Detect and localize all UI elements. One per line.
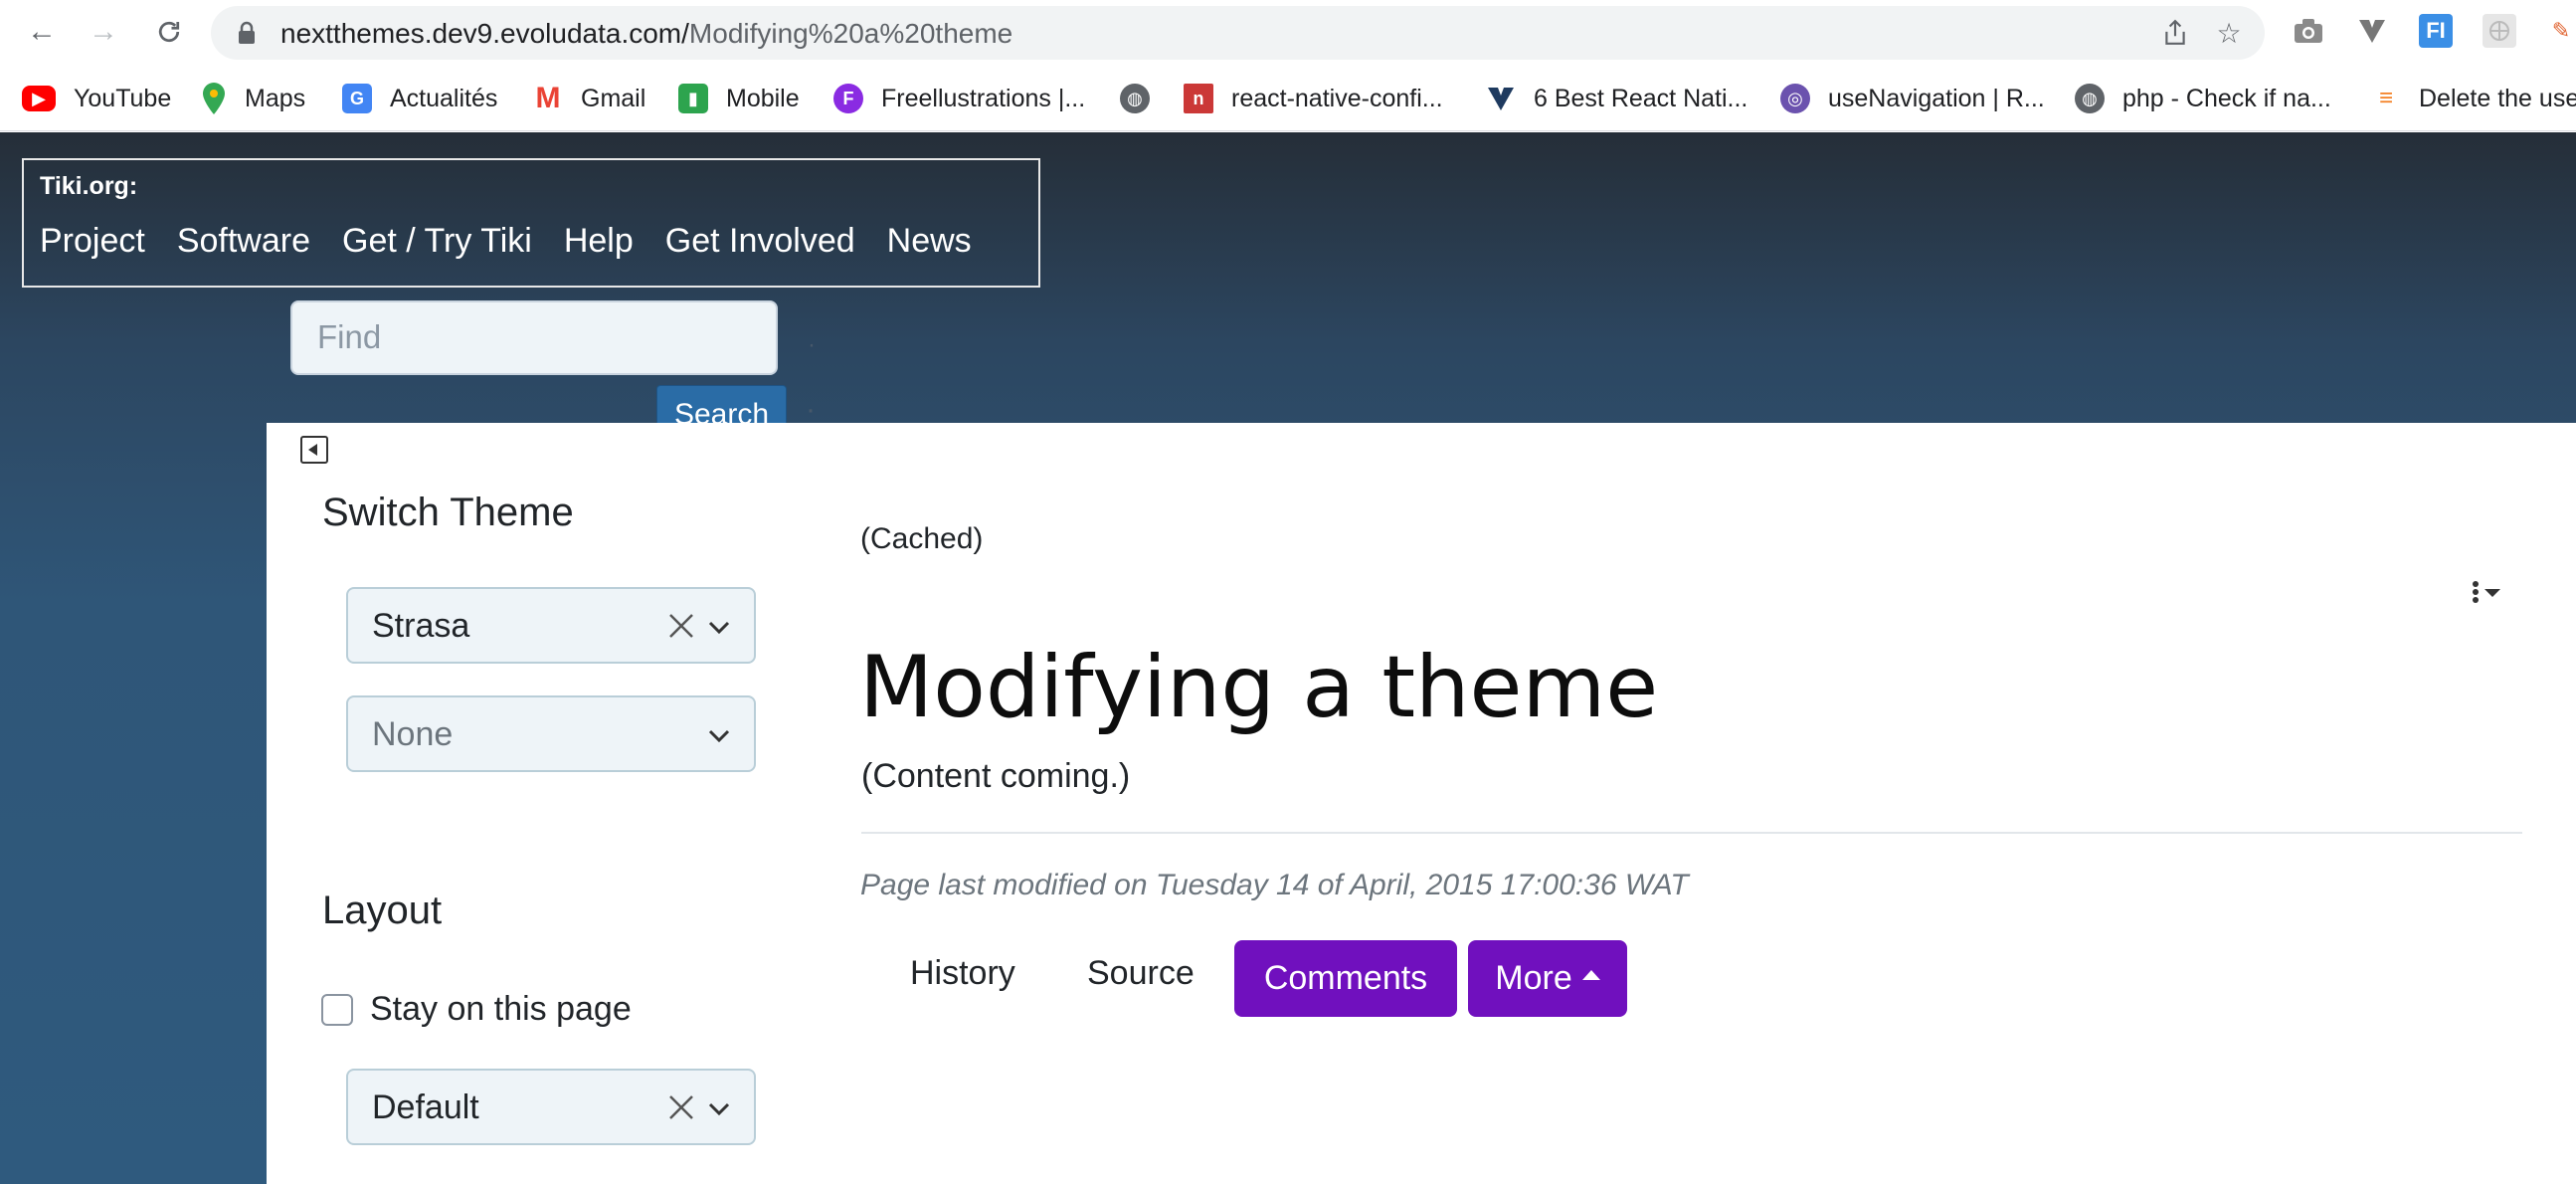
chevron-down-icon (708, 729, 730, 743)
menu-item-software[interactable]: Software (177, 222, 310, 261)
bookmark-best-react[interactable]: 6 Best React Nati... (1486, 80, 1748, 117)
stackoverflow-icon: ≡ (2378, 85, 2393, 111)
search-input[interactable]: Find (290, 300, 778, 375)
bookmark-label: php - Check if na... (2122, 84, 2331, 112)
gmail-icon: M (535, 82, 561, 114)
layout-select[interactable]: Default (346, 1069, 756, 1145)
source-link[interactable]: Source (1087, 954, 1195, 993)
bookmark-globe[interactable]: ◍ (1120, 80, 1150, 117)
vuetify-icon (1486, 84, 1516, 113)
hidden-label-fragment: · (808, 331, 816, 358)
menu-item-project[interactable]: Project (40, 222, 145, 261)
comments-button[interactable]: Comments (1234, 940, 1457, 1017)
globe-icon: ◍ (1120, 84, 1150, 113)
content-divider (861, 832, 2522, 834)
page-content: (Content coming.) (861, 757, 1131, 795)
bookmark-label: YouTube (74, 84, 172, 112)
page-viewport: Tiki.org: Project Software Get / Try Tik… (0, 132, 2576, 1184)
bookmark-label: useNavigation | R... (1828, 84, 2045, 112)
bookmark-label: Delete the use (2419, 84, 2576, 112)
bookmark-label: 6 Best React Nati... (1534, 84, 1748, 112)
lock-icon (239, 21, 255, 44)
more-button-label: More (1495, 959, 1572, 997)
stay-on-page-checkbox[interactable] (321, 994, 353, 1026)
switch-theme-heading: Switch Theme (322, 491, 574, 534)
share-icon[interactable] (2160, 19, 2190, 49)
bookmark-react-native-config[interactable]: n react-native-confi... (1184, 80, 1443, 117)
clear-icon[interactable] (666, 611, 696, 641)
grid-extension-icon[interactable] (2483, 14, 2516, 48)
bookmark-label: Freellustrations |... (881, 84, 1086, 112)
menu-item-news[interactable]: News (887, 222, 972, 261)
bookmark-maps[interactable]: Maps (201, 80, 305, 117)
news-icon: G (342, 84, 372, 113)
url-host: nextthemes.dev9.evoludata.com/ (280, 18, 689, 49)
site-topbar: Tiki.org: Project Software Get / Try Tik… (22, 158, 1040, 288)
clear-icon[interactable] (666, 1092, 696, 1122)
globe-icon: ◍ (2075, 84, 2105, 113)
layout-heading: Layout (322, 888, 443, 932)
chevron-down-icon (708, 621, 730, 635)
menu-item-get-try-tiki[interactable]: Get / Try Tiki (342, 222, 532, 261)
fi-extension-icon[interactable]: FI (2419, 14, 2453, 48)
go-button-ghost: · (806, 393, 816, 426)
bookmark-label: Maps (245, 84, 306, 112)
bookmarks-bar: ▶ YouTube Maps G Actualités M Gmail ▮ Mo… (0, 66, 2576, 131)
reload-icon[interactable] (149, 12, 189, 52)
stay-on-page-label: Stay on this page (370, 990, 632, 1028)
bookmark-usenavigation[interactable]: ◎ useNavigation | R... (1780, 80, 2045, 117)
forward-arrow-icon[interactable]: → (84, 12, 123, 52)
mobile-icon: ▮ (678, 84, 708, 113)
cached-label: (Cached) (860, 522, 984, 555)
browser-toolbar: ← → nextthemes.dev9.evoludata.com/Modify… (0, 0, 2576, 66)
url-text: nextthemes.dev9.evoludata.com/Modifying%… (280, 18, 1012, 50)
address-bar[interactable]: nextthemes.dev9.evoludata.com/Modifying%… (211, 6, 2265, 60)
bookmark-youtube[interactable]: ▶ YouTube (22, 80, 171, 117)
maps-pin-icon (201, 83, 227, 114)
bookmark-label: react-native-confi... (1231, 84, 1443, 112)
theme-option-select[interactable]: None (346, 695, 756, 772)
freellustrations-icon: F (833, 84, 863, 113)
menu-item-get-involved[interactable]: Get Involved (665, 222, 855, 261)
chevron-down-icon (708, 1102, 730, 1116)
bookmark-label: Gmail (581, 84, 646, 112)
bookmark-label: Actualités (390, 84, 498, 112)
theme-select[interactable]: Strasa (346, 587, 756, 664)
layout-select-value: Default (372, 1088, 479, 1126)
bookmark-freellustrations[interactable]: F Freellustrations |... (833, 80, 1085, 117)
site-label: Tiki.org: (40, 172, 138, 200)
page-actions-kebab-icon[interactable] (2471, 579, 2510, 609)
bookmark-actualites[interactable]: G Actualités (342, 80, 497, 117)
last-modified-text: Page last modified on Tuesday 14 of Apri… (860, 869, 1689, 901)
caret-up-icon (1581, 969, 1600, 980)
camera-icon[interactable] (2292, 14, 2325, 48)
back-arrow-icon[interactable]: ← (22, 12, 62, 52)
theme-select-value: Strasa (372, 607, 470, 645)
bookmark-php-check[interactable]: ◍ php - Check if na... (2075, 80, 2331, 117)
theme-option-select-value: None (372, 715, 454, 753)
bookmark-star-icon[interactable]: ☆ (2214, 19, 2244, 49)
color-picker-icon[interactable]: ✎ (2544, 14, 2576, 48)
bookmark-gmail[interactable]: M Gmail (533, 80, 646, 117)
bookmark-mobile[interactable]: ▮ Mobile (678, 80, 800, 117)
vuetify-extension-icon[interactable] (2355, 14, 2389, 48)
site-menu: Project Software Get / Try Tiki Help Get… (40, 222, 1004, 261)
bookmark-label: Mobile (726, 84, 800, 112)
history-link[interactable]: History (910, 954, 1015, 993)
bookmark-delete-the-use[interactable]: ≡ Delete the use (2371, 80, 2576, 117)
page-title: Modifying a theme (859, 638, 1659, 737)
npm-icon: n (1184, 84, 1213, 113)
collapse-sidebar-icon[interactable] (300, 436, 328, 464)
menu-item-help[interactable]: Help (564, 222, 634, 261)
url-path: Modifying%20a%20theme (688, 18, 1013, 49)
react-navigation-icon: ◎ (1780, 84, 1810, 113)
more-button[interactable]: More (1468, 940, 1627, 1017)
youtube-icon: ▶ (22, 86, 56, 111)
